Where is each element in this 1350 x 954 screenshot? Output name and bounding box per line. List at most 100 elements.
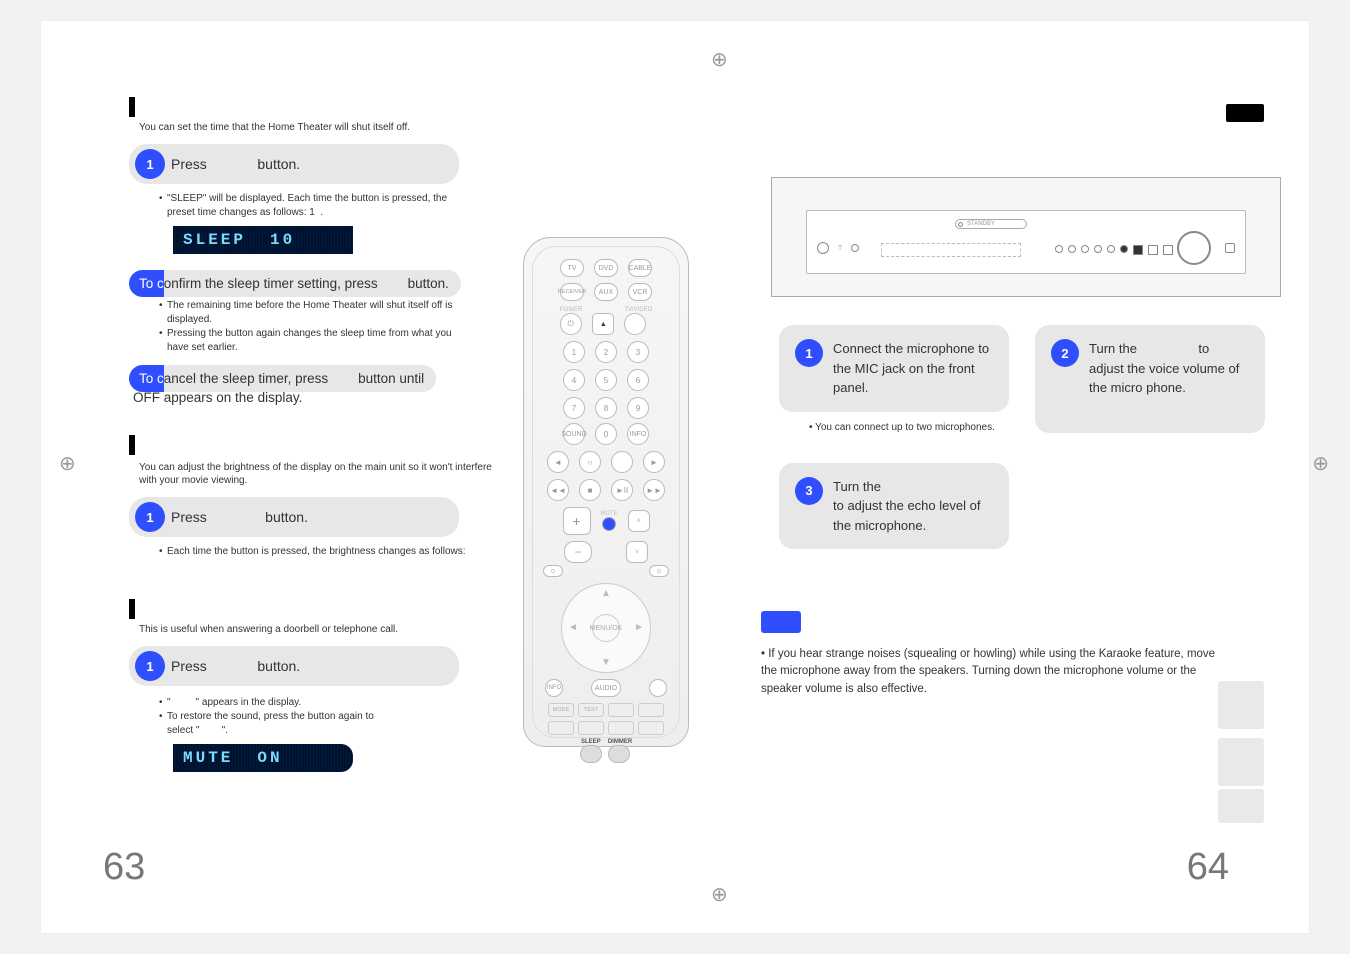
press-label: Press — [171, 509, 207, 525]
button-label: button. — [257, 658, 300, 674]
connect-mic-text: Connect the microphone to the MIC jack o… — [833, 339, 993, 398]
mute-icon — [602, 517, 616, 531]
device-front-diagram: STANDBY ⊤ — [771, 177, 1281, 297]
remote-next-icon: ► — [643, 451, 665, 473]
remote-audio-btn: AUDIO — [591, 679, 621, 697]
mute-bullet: " " appears in the display. — [159, 696, 467, 710]
confirm-bullet: Pressing the button again changes the sl… — [159, 327, 467, 355]
card3-rest: to adjust the echo level of the micropho… — [833, 498, 980, 533]
remote-key: 1 — [563, 341, 585, 363]
dpad-right-icon: ► — [634, 622, 644, 633]
remote-key: 8 — [595, 397, 617, 419]
remote-return-btn: ⊙ — [649, 565, 669, 577]
connect-mic-card: 1 Connect the microphone to the MIC jack… — [779, 325, 1009, 412]
sleep-intro: You can set the time that the Home Theat… — [139, 121, 509, 134]
mute-display-label: MUTE — [183, 749, 233, 767]
section-marker-icon — [129, 97, 135, 117]
remote-grid-btn — [638, 721, 664, 735]
remote-tvvideo-btn — [624, 313, 646, 335]
power-icon: ⏻ — [560, 313, 582, 335]
step-number-badge: 1 — [135, 502, 165, 532]
remote-rec-icon: ○ — [579, 451, 601, 473]
echo-level-card: 3 Turn the to adjust the echo level of t… — [779, 463, 1009, 550]
remote-zoom-btn — [649, 679, 667, 697]
device-open-icon — [1225, 243, 1235, 253]
remote-info-btn: INFO — [627, 423, 649, 445]
remote-key: 5 — [595, 369, 617, 391]
press-label: Press — [171, 156, 207, 172]
device-display: STANDBY — [955, 219, 1027, 229]
remote-grid-btn: MODE — [548, 703, 574, 717]
remote-ch-up-icon: ˄ — [628, 510, 650, 532]
remote-ok-btn: MENU/OK — [592, 614, 620, 642]
step-number-badge: 1 — [795, 339, 823, 367]
dimmer-step-row: 1 Press button. — [129, 497, 459, 537]
step-number-badge: 3 — [795, 477, 823, 505]
dpad-down-icon: ▼ — [562, 657, 650, 668]
crop-mark-icon: ⊕ — [711, 882, 728, 907]
card3-pre: Turn the — [833, 479, 881, 494]
remote-grid-btn: TEST — [578, 703, 604, 717]
dpad-left-icon: ◄ — [568, 622, 578, 633]
crop-mark-icon: ⊕ — [1312, 451, 1329, 476]
dimmer-intro: You can adjust the brightness of the dis… — [139, 461, 509, 487]
remote-grid-btn — [608, 703, 634, 717]
confirm-prefix: onfirm the sleep timer setting, press — [164, 276, 378, 291]
remote-dpad: ▲ ▼ ◄ ► MENU/OK — [561, 583, 651, 673]
remote-vol-down-icon: − — [564, 541, 592, 563]
confirm-callout: To confirm the sleep timer setting, pres… — [129, 276, 461, 291]
remote-rew-icon: ◄◄ — [547, 479, 569, 501]
crop-mark-icon: ⊕ — [59, 451, 76, 476]
sleep-step-row: 1 Press button. — [129, 144, 459, 184]
remote-key: 6 — [627, 369, 649, 391]
sleep-display-value: 10 — [270, 231, 295, 249]
button-label: button. — [265, 509, 308, 525]
step-number-badge: 2 — [1051, 339, 1079, 367]
cancel-prefix: ancel the sleep timer, press — [164, 371, 328, 386]
remote-diagram: TV DVD CABLE RECEIVER AUX VCR POWER ⏻ ▲ — [523, 237, 689, 747]
remote-key: 9 — [627, 397, 649, 419]
device-power-icon — [817, 242, 829, 254]
remote-bottom-grid: MODE TEST — [533, 703, 679, 735]
remote-menu-btn: ⊙ — [543, 565, 563, 577]
button-label: button. — [257, 156, 300, 172]
remote-repeat-icon — [611, 451, 633, 473]
mute-display: MUTE ON — [173, 744, 353, 772]
sleep-sub: "SLEEP" will be displayed. Each time the… — [147, 192, 467, 220]
step-number-badge: 1 — [135, 651, 165, 681]
crop-mark-icon: ⊕ — [711, 47, 728, 72]
mute-bullet: To restore the sound, press the button a… — [159, 710, 467, 738]
remote-key: 2 — [595, 341, 617, 363]
note-text: If you hear strange noises (squealing or… — [761, 646, 1221, 698]
press-label: Press — [171, 658, 207, 674]
dpad-up-icon: ▲ — [562, 588, 650, 599]
mute-bullets: " " appears in the display. To restore t… — [147, 696, 467, 738]
remote-sound-btn: SOUND — [563, 423, 585, 445]
section-marker-icon — [129, 599, 135, 619]
remote-sleep-btn — [580, 745, 602, 763]
remote-eject-icon: ▲ — [592, 313, 614, 335]
mic-volume-card: 2 Turn the to adjust the voice volume of… — [1035, 325, 1265, 433]
remote-btn-aux: AUX — [594, 283, 618, 301]
remote-mute-label: MUTE — [601, 511, 618, 517]
dimmer-sub-text: Each time the button is pressed, the bri… — [159, 545, 467, 559]
device-volume-knob — [1177, 231, 1211, 265]
remote-power-label: POWER — [560, 307, 583, 313]
remote-grid-btn — [608, 721, 634, 735]
step-number-badge: 1 — [135, 149, 165, 179]
remote-dimmer-label: DIMMER — [608, 739, 632, 745]
remote-btn-vcr: VCR — [628, 283, 652, 301]
remote-ch-down-icon: ˅ — [626, 541, 648, 563]
mute-display-value: ON — [257, 749, 282, 767]
remote-prev-icon: ◄ — [547, 451, 569, 473]
remote-btn-dvd: DVD — [594, 259, 618, 277]
confirm-bullets: The remaining time before the Home Theat… — [147, 299, 467, 355]
remote-key: 3 — [627, 341, 649, 363]
sleep-sub-text: "SLEEP" will be displayed. Each time the… — [167, 193, 447, 218]
cancel-mid: button until — [358, 371, 424, 386]
mute-intro: This is useful when answering a doorbell… — [139, 623, 509, 636]
remote-sleep-label: SLEEP — [580, 739, 602, 745]
remote-btn-receiver: RECEIVER — [560, 283, 584, 301]
remote-key: 4 — [563, 369, 585, 391]
remote-zero-btn: 0 — [595, 423, 617, 445]
